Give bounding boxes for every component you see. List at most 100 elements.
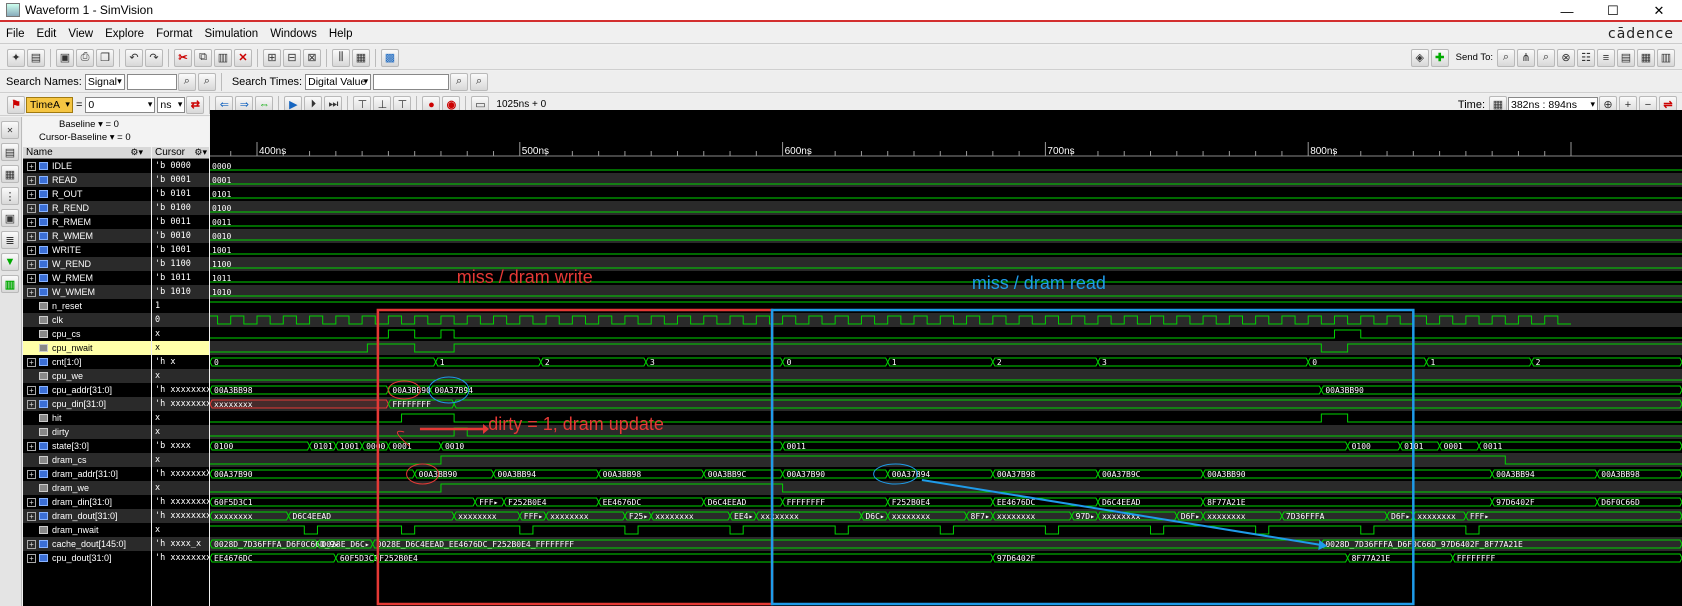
expand-toggle-icon[interactable]: +	[27, 189, 36, 199]
menu-view[interactable]: View	[62, 28, 99, 40]
hierarchy-icon[interactable]: ⋮	[1, 187, 19, 205]
close-pane-icon[interactable]: ✕	[1, 121, 19, 139]
signal-row[interactable]: + READ	[23, 173, 151, 187]
waveform-pane[interactable]: 400ns 500ns 600ns 700ns 800ns 0000 0001 0101 010…	[210, 110, 1682, 606]
maximize-button[interactable]: ☐	[1590, 0, 1636, 22]
expand-toggle-icon[interactable]: +	[27, 497, 36, 507]
signal-row[interactable]: dram_nwait	[23, 523, 151, 537]
new-icon[interactable]: ▤	[27, 48, 45, 67]
expand-toggle-icon[interactable]	[27, 302, 36, 311]
signal-row[interactable]: + cpu_din[31:0]	[23, 397, 151, 411]
time-marker-select[interactable]: TimeA	[26, 96, 73, 113]
menu-windows[interactable]: Windows	[264, 28, 323, 40]
gear-icon[interactable]: ⚙▾	[130, 147, 143, 158]
undo-icon[interactable]: ↶	[125, 48, 143, 67]
signal-row[interactable]: + cnt[1:0]	[23, 355, 151, 369]
cut-icon[interactable]: ✂	[174, 48, 192, 67]
expand-toggle-icon[interactable]: +	[27, 259, 36, 269]
close-button[interactable]: ✕	[1636, 0, 1682, 22]
name-column-header[interactable]: Name ⚙▾	[23, 147, 151, 159]
signal-row[interactable]: + cpu_addr[31:0]	[23, 383, 151, 397]
signal-row[interactable]: + dram_din[31:0]	[23, 495, 151, 509]
expand-toggle-icon[interactable]: +	[27, 469, 36, 479]
menu-explore[interactable]: Explore	[99, 28, 150, 40]
signal-row[interactable]: + state[3:0]	[23, 439, 151, 453]
signal-row[interactable]: + W_WMEM	[23, 285, 151, 299]
waveform-canvas[interactable]: 400ns 500ns 600ns 700ns 800ns000000010101010…	[210, 110, 1682, 606]
delete-icon[interactable]: ✕	[234, 48, 252, 67]
menu-simulation[interactable]: Simulation	[199, 28, 265, 40]
signal-row[interactable]: hit	[23, 411, 151, 425]
print-icon[interactable]: ⎙	[76, 48, 94, 67]
paste-icon[interactable]: ▥	[214, 48, 232, 67]
signal-row[interactable]: clk	[23, 313, 151, 327]
menu-format[interactable]: Format	[150, 28, 198, 40]
cursor-marker-icon[interactable]: ⇄	[186, 95, 205, 114]
expand-toggle-icon[interactable]	[27, 344, 36, 353]
expand-toggle-icon[interactable]: +	[27, 245, 36, 255]
save-icon[interactable]: ▣	[56, 48, 74, 67]
expand-toggle-icon[interactable]: +	[27, 217, 36, 227]
marker-flag-icon[interactable]: ⚑	[7, 95, 25, 114]
design-icon[interactable]: ▦	[1, 165, 19, 183]
layout-icon[interactable]: ▣	[1, 209, 19, 227]
expand-toggle-icon[interactable]: +	[27, 287, 36, 297]
signal-row[interactable]: + IDLE	[23, 159, 151, 173]
send-to-source-icon[interactable]: ⌕	[1537, 48, 1555, 67]
signal-row[interactable]: dram_we	[23, 481, 151, 495]
signal-row[interactable]: + cache_dout[145:0]	[23, 537, 151, 551]
copy-icon[interactable]: ⧉	[194, 48, 212, 67]
signal-row[interactable]: dram_cs	[23, 453, 151, 467]
expand-toggle-icon[interactable]	[27, 372, 36, 381]
send-to-table-icon[interactable]: ▦	[1637, 48, 1655, 67]
expand-toggle-icon[interactable]: +	[27, 511, 36, 521]
search-names-prev-icon[interactable]: ⌕	[177, 72, 196, 91]
signal-row[interactable]: cpu_cs	[23, 327, 151, 341]
signal-row[interactable]: n_reset	[23, 299, 151, 313]
signal-row[interactable]: + dram_addr[31:0]	[23, 467, 151, 481]
signal-row[interactable]: + W_REND	[23, 257, 151, 271]
time-value-input[interactable]: 0	[85, 96, 156, 113]
redo-icon[interactable]: ↷	[145, 48, 163, 67]
search-names-input[interactable]	[126, 73, 177, 90]
expand-toggle-icon[interactable]	[27, 414, 36, 423]
gear-icon[interactable]: ⚙▾	[194, 147, 207, 158]
time-unit-select[interactable]: ns	[157, 96, 186, 113]
browser-icon[interactable]: ▤	[1, 143, 19, 161]
search-times-prev-icon[interactable]: ⌕	[450, 72, 469, 91]
search-times-input[interactable]	[373, 73, 450, 90]
compare-icon[interactable]: ≣	[1, 231, 19, 249]
add-icon[interactable]: ✚	[1430, 48, 1449, 67]
filter-icon[interactable]: ▼	[1, 253, 19, 271]
expand-toggle-icon[interactable]	[27, 456, 36, 465]
send-to-schematic-icon[interactable]: ⋔	[1517, 48, 1535, 67]
send-to-register-icon[interactable]: ≡	[1597, 48, 1615, 67]
menu-file[interactable]: File	[0, 28, 31, 40]
signal-row[interactable]: + dram_dout[31:0]	[23, 509, 151, 523]
send-to-list-icon[interactable]: ▥	[1657, 48, 1675, 67]
package-icon[interactable]: ◈	[1410, 48, 1429, 67]
signal-row[interactable]: + cpu_dout[31:0]	[23, 551, 151, 565]
expand-toggle-icon[interactable]: +	[27, 399, 36, 409]
expand-icon[interactable]: ⊠	[303, 48, 321, 67]
menu-help[interactable]: Help	[323, 28, 359, 40]
cursor-column-header[interactable]: Cursor ⚙▾	[152, 147, 209, 159]
signal-row[interactable]: + R_OUT	[23, 187, 151, 201]
signal-row[interactable]: cpu_nwait	[23, 341, 151, 355]
send-to-trace-icon[interactable]: ⊗	[1557, 48, 1575, 67]
expand-toggle-icon[interactable]: +	[27, 203, 36, 213]
expand-toggle-icon[interactable]: +	[27, 357, 36, 367]
expand-toggle-icon[interactable]	[27, 428, 36, 437]
cursor-baseline-value[interactable]: Cursor-Baseline ▾ = 0	[29, 132, 203, 145]
expand-toggle-icon[interactable]	[27, 484, 36, 493]
expand-toggle-icon[interactable]: +	[27, 539, 36, 549]
search-times-next-icon[interactable]: ⌕	[470, 72, 489, 91]
signal-row[interactable]: + W_RMEM	[23, 271, 151, 285]
group-icon[interactable]: ⊟	[283, 48, 301, 67]
signal-row[interactable]: cpu_we	[23, 369, 151, 383]
send-to-browser-icon[interactable]: ⌕	[1497, 48, 1515, 67]
send-to-waveform-icon[interactable]: ☷	[1577, 48, 1595, 67]
expand-toggle-icon[interactable]	[27, 316, 36, 325]
marker-icon[interactable]: ▦	[352, 48, 370, 67]
open-icon[interactable]: ✦	[7, 48, 25, 67]
